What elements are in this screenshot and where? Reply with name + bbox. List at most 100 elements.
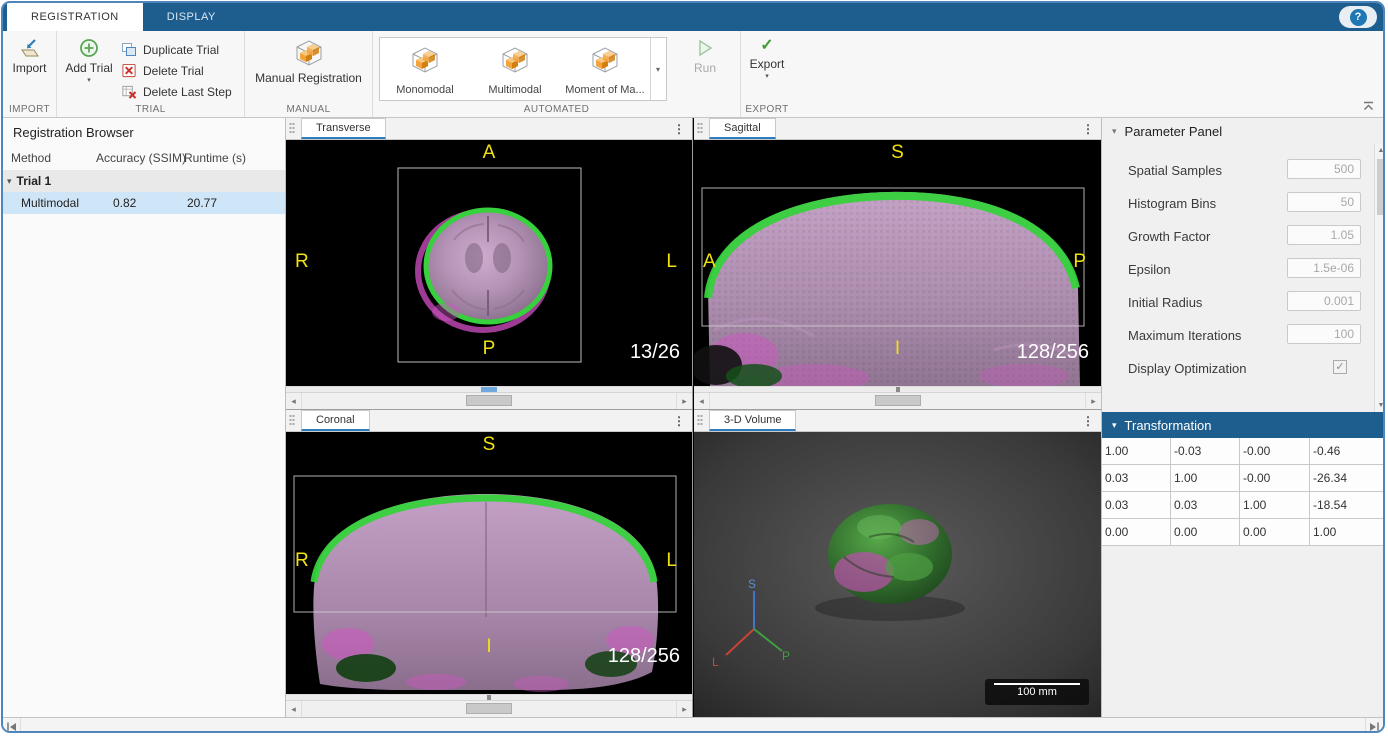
gallery-item-multimodal[interactable]: Multimodal xyxy=(470,38,560,100)
gallery-item-monomodal[interactable]: Monomodal xyxy=(380,38,470,100)
section-trial: Add Trial ▾ Duplicate Trial Delete xyxy=(57,31,245,117)
gallery-item-moment-of-mass[interactable]: Moment of Ma... xyxy=(560,38,650,100)
maximum-iterations-input[interactable]: 100 xyxy=(1287,324,1361,344)
sagittal-image[interactable]: S A P I 128/256 xyxy=(694,140,1101,386)
app-horizontal-scrollbar[interactable] xyxy=(3,717,1383,733)
section-label-manual: MANUAL xyxy=(245,104,372,115)
drag-grip-icon[interactable] xyxy=(289,414,295,427)
vertical-scrollbar[interactable]: ▲ ▼ xyxy=(1374,144,1385,412)
scroll-right-icon[interactable]: ▸ xyxy=(676,701,692,717)
epsilon-input[interactable]: 1.5e-06 xyxy=(1287,258,1361,278)
help-button[interactable]: ? xyxy=(1339,6,1377,28)
display-optimization-checkbox[interactable]: ✓ xyxy=(1333,360,1347,374)
viewport-transverse: Transverse ⋮ xyxy=(286,118,693,410)
slice-indicator: 13/26 xyxy=(630,341,680,364)
column-method: Method xyxy=(11,151,51,165)
toolstrip: Import IMPORT Add Trial ▾ Duplic xyxy=(3,31,1383,118)
expander-icon[interactable]: ▾ xyxy=(7,176,12,187)
automated-gallery: Monomodal Multimodal Moment of Ma... ▾ xyxy=(379,37,667,101)
collapse-chevron-icon[interactable]: ▾ xyxy=(1112,126,1117,137)
orientation-label-anterior: A xyxy=(483,142,496,164)
tab-3d-volume[interactable]: 3-D Volume xyxy=(709,410,796,431)
transformation-title: Transformation xyxy=(1125,418,1212,433)
matrix-cell: 1.00 xyxy=(1102,438,1171,465)
kebab-menu-icon[interactable]: ⋮ xyxy=(1082,122,1094,136)
tab-3d-volume-label: 3-D Volume xyxy=(724,414,781,426)
scroll-down-icon[interactable]: ▼ xyxy=(1375,402,1385,409)
scrollbar-thumb[interactable] xyxy=(466,395,512,406)
spatial-samples-input[interactable]: 500 xyxy=(1287,159,1361,179)
delete-trial-button[interactable]: Delete Trial xyxy=(121,60,240,81)
kebab-menu-icon[interactable]: ⋮ xyxy=(673,122,685,136)
browser-column-headers: Method Accuracy (SSIM) Runtime (s) xyxy=(3,148,285,170)
tab-transverse[interactable]: Transverse xyxy=(301,118,386,139)
scroll-left-icon[interactable]: ◂ xyxy=(694,393,710,409)
manual-registration-button[interactable]: Manual Registration xyxy=(245,31,372,85)
kebab-menu-icon[interactable]: ⋮ xyxy=(673,414,685,428)
axis-label-s: S xyxy=(748,577,756,591)
export-button[interactable]: ✓ Export ▾ xyxy=(741,31,793,80)
scroll-up-icon[interactable]: ▲ xyxy=(1375,147,1385,154)
transverse-image[interactable]: A R L P 13/26 xyxy=(286,140,692,386)
drag-grip-icon[interactable] xyxy=(289,122,295,135)
scroll-left-icon[interactable]: ◂ xyxy=(286,393,302,409)
scroll-end-button[interactable] xyxy=(1365,718,1383,733)
parameter-list: Spatial Samples 500 Histogram Bins 50 Gr… xyxy=(1102,144,1373,412)
scrollbar-thumb[interactable] xyxy=(1377,159,1385,215)
scroll-left-icon[interactable]: ◂ xyxy=(286,701,302,717)
add-trial-button[interactable]: Add Trial ▾ xyxy=(60,31,118,84)
tab-transverse-label: Transverse xyxy=(316,122,371,134)
growth-factor-input[interactable]: 1.05 xyxy=(1287,225,1361,245)
drag-grip-icon[interactable] xyxy=(697,122,703,135)
param-row-growth-factor: Growth Factor 1.05 xyxy=(1102,220,1373,253)
delete-icon xyxy=(121,63,137,78)
coronal-image[interactable]: S R L I 128/256 xyxy=(286,432,692,694)
import-button[interactable]: Import xyxy=(3,31,56,75)
result-method: Multimodal xyxy=(21,196,79,210)
drag-grip-icon[interactable] xyxy=(697,414,703,427)
param-row-histogram-bins: Histogram Bins 50 xyxy=(1102,187,1373,220)
trial-result-row[interactable]: Multimodal 0.82 20.77 xyxy=(3,192,285,214)
duplicate-trial-button[interactable]: Duplicate Trial xyxy=(121,39,240,60)
orientation-label-superior: S xyxy=(483,434,496,456)
export-label: Export xyxy=(750,57,785,71)
scrollbar-thumb[interactable] xyxy=(875,395,921,406)
tab-registration[interactable]: REGISTRATION xyxy=(7,3,143,31)
orientation-label-right: R xyxy=(295,251,309,273)
collapse-toolstrip-icon[interactable] xyxy=(1362,101,1375,111)
scroll-right-icon[interactable]: ▸ xyxy=(676,393,692,409)
transformation-header[interactable]: ▾ Transformation xyxy=(1102,412,1385,438)
manual-registration-label: Manual Registration xyxy=(255,71,362,85)
tab-sagittal[interactable]: Sagittal xyxy=(709,118,776,139)
param-label: Initial Radius xyxy=(1128,295,1202,310)
orientation-label-left: L xyxy=(666,251,677,273)
initial-radius-input[interactable]: 0.001 xyxy=(1287,291,1361,311)
volume-render[interactable]: S L P 100 mm xyxy=(694,432,1101,717)
gallery-dropdown-button[interactable]: ▾ xyxy=(650,38,665,100)
horizontal-scrollbar[interactable]: ◂ ▸ xyxy=(286,700,692,717)
histogram-bins-input[interactable]: 50 xyxy=(1287,192,1361,212)
tab-coronal[interactable]: Coronal xyxy=(301,410,370,431)
kebab-menu-icon[interactable]: ⋮ xyxy=(1082,414,1094,428)
registration-browser-title: Registration Browser xyxy=(3,118,285,148)
orientation-axes: S L P xyxy=(712,581,796,673)
run-button[interactable]: Run xyxy=(679,39,731,75)
viewport-tabbar: Sagittal ⋮ xyxy=(694,118,1101,140)
scroll-home-button[interactable] xyxy=(3,718,21,733)
viewport-tabbar: 3-D Volume ⋮ xyxy=(694,410,1101,432)
scrollbar-thumb[interactable] xyxy=(466,703,512,714)
slice-indicator: 128/256 xyxy=(1017,341,1089,364)
delete-trial-label: Delete Trial xyxy=(143,64,204,78)
trial-group-row[interactable]: ▾ Trial 1 xyxy=(3,170,285,192)
tab-display[interactable]: DISPLAY xyxy=(143,3,240,31)
matrix-cell: -0.00 xyxy=(1240,465,1310,492)
parameter-panel-header[interactable]: ▾ Parameter Panel xyxy=(1102,118,1385,144)
horizontal-scrollbar[interactable]: ◂ ▸ xyxy=(286,392,692,409)
slice-indicator: 128/256 xyxy=(608,645,680,668)
result-runtime: 20.77 xyxy=(187,196,217,210)
collapse-chevron-icon[interactable]: ▾ xyxy=(1112,420,1117,431)
horizontal-scrollbar[interactable]: ◂ ▸ xyxy=(694,392,1101,409)
add-trial-label: Add Trial xyxy=(65,61,112,75)
scroll-right-icon[interactable]: ▸ xyxy=(1085,393,1101,409)
delete-last-step-button[interactable]: Delete Last Step xyxy=(121,81,240,102)
